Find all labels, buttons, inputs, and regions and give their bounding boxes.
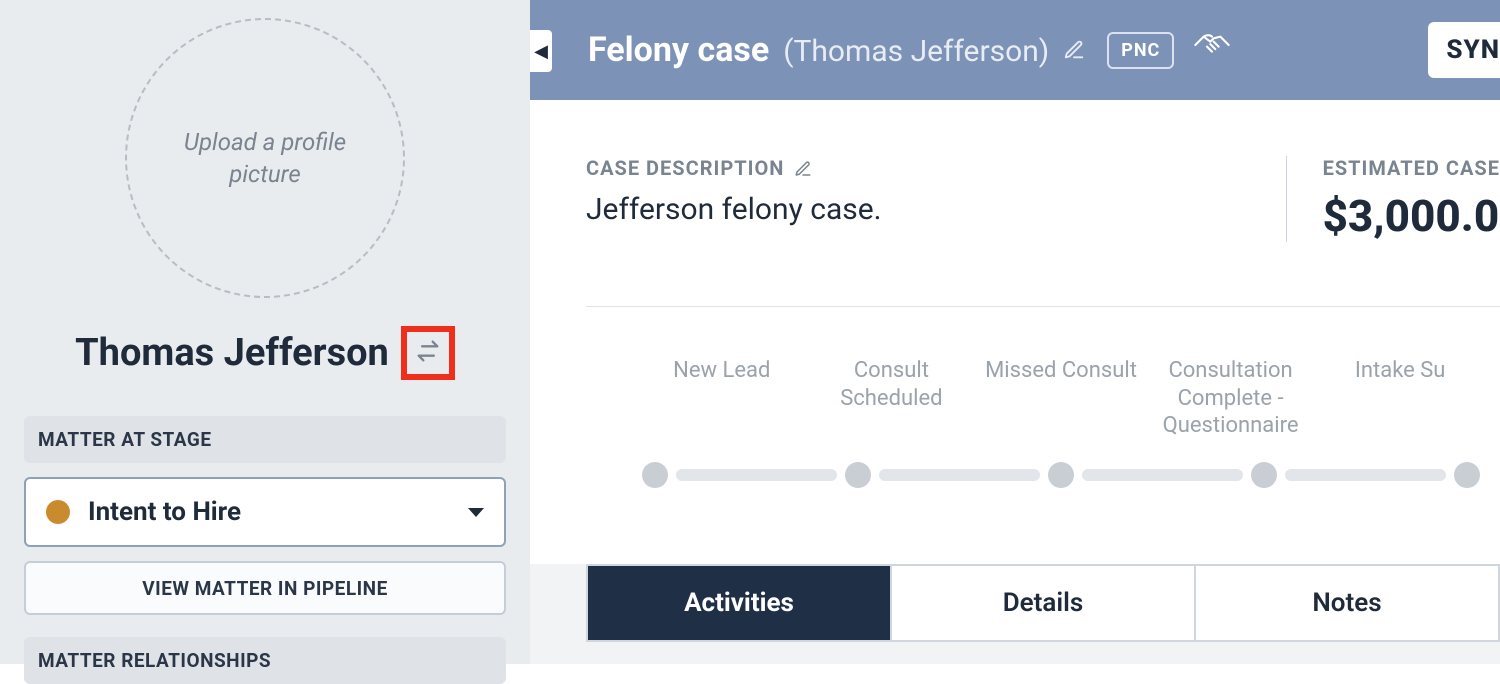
pipeline-widget: New Lead Consult Scheduled Missed Consul… [586, 357, 1500, 488]
estimated-case-block: ESTIMATED CASE $3,000.0 [1286, 156, 1500, 242]
case-description-text: Jefferson felony case. [586, 192, 1246, 227]
case-tabs-region: Activities Details Notes [530, 564, 1500, 665]
pipeline-stage-label: Intake Su [1320, 357, 1480, 440]
case-title: Felony case [588, 30, 769, 70]
pipeline-node-icon[interactable] [1251, 462, 1277, 488]
pipeline-stage-labels: New Lead Consult Scheduled Missed Consul… [642, 357, 1480, 440]
swap-icon [414, 337, 442, 369]
case-tabs: Activities Details Notes [586, 564, 1500, 642]
case-description-block: CASE DESCRIPTION Jefferson felony case. [586, 156, 1246, 227]
case-description-label: CASE DESCRIPTION [586, 156, 1246, 180]
chevron-down-icon [468, 508, 484, 517]
case-description-label-text: CASE DESCRIPTION [586, 156, 784, 180]
pipeline-segment [1285, 469, 1446, 481]
pipeline-track[interactable] [642, 462, 1480, 488]
pipeline-stage-label: Consult Scheduled [812, 357, 972, 440]
pipeline-node-icon[interactable] [642, 462, 668, 488]
contact-name-row: Thomas Jefferson [0, 326, 530, 380]
case-body: CASE DESCRIPTION Jefferson felony case. … [530, 100, 1500, 488]
pipeline-segment [879, 469, 1040, 481]
edit-title-button[interactable] [1063, 39, 1085, 61]
swap-contact-button[interactable] [401, 326, 455, 380]
case-contact-paren: (Thomas Jefferson) [783, 34, 1049, 69]
pipeline-stage-label: New Lead [642, 357, 802, 440]
handshake-icon[interactable] [1192, 30, 1232, 70]
tab-activities[interactable]: Activities [588, 566, 892, 640]
estimated-case-label: ESTIMATED CASE [1323, 156, 1500, 180]
stage-value: Intent to Hire [88, 497, 468, 527]
pipeline-stage-label: Missed Consult [981, 357, 1141, 440]
collapse-sidebar-button[interactable]: ◀ [530, 30, 552, 72]
chevron-left-icon: ◀ [534, 41, 548, 62]
case-topbar: ◀ Felony case (Thomas Jefferson) PNC SYN [530, 0, 1500, 100]
sync-label: SYN [1446, 35, 1500, 65]
contact-sidebar: Upload a profile picture Thomas Jefferso… [0, 0, 530, 664]
pipeline-node-icon[interactable] [1048, 462, 1074, 488]
upload-profile-picture[interactable]: Upload a profile picture [125, 18, 405, 298]
tab-notes[interactable]: Notes [1196, 566, 1498, 640]
matter-stage-select[interactable]: Intent to Hire [24, 477, 506, 547]
relationships-section-label: MATTER RELATIONSHIPS [38, 649, 271, 672]
stage-status-dot-icon [46, 500, 70, 524]
case-title-group: Felony case (Thomas Jefferson) [588, 30, 1085, 70]
view-matter-in-pipeline-button[interactable]: VIEW MATTER IN PIPELINE [24, 561, 506, 615]
pnc-badge: PNC [1107, 32, 1174, 69]
estimated-case-value: $3,000.0 [1323, 190, 1500, 242]
sync-button[interactable]: SYN [1428, 22, 1500, 78]
pipeline-node-icon[interactable] [845, 462, 871, 488]
divider [586, 306, 1500, 307]
case-main: ◀ Felony case (Thomas Jefferson) PNC SYN [530, 0, 1500, 664]
pipeline-segment [676, 469, 837, 481]
view-pipeline-label: VIEW MATTER IN PIPELINE [142, 577, 388, 600]
section-header-relationships: MATTER RELATIONSHIPS [24, 637, 506, 684]
case-summary-row: CASE DESCRIPTION Jefferson felony case. … [586, 156, 1500, 242]
profile-placeholder-text: Upload a profile picture [147, 126, 383, 191]
section-header-stage: MATTER AT STAGE [24, 416, 506, 463]
stage-section-label: MATTER AT STAGE [38, 428, 212, 451]
pipeline-node-icon[interactable] [1454, 462, 1480, 488]
tab-details[interactable]: Details [892, 566, 1196, 640]
edit-description-button[interactable] [794, 159, 812, 177]
pipeline-stage-label: Consultation Complete - Questionnaire [1151, 357, 1311, 440]
pipeline-segment [1082, 469, 1243, 481]
contact-name: Thomas Jefferson [75, 331, 389, 375]
